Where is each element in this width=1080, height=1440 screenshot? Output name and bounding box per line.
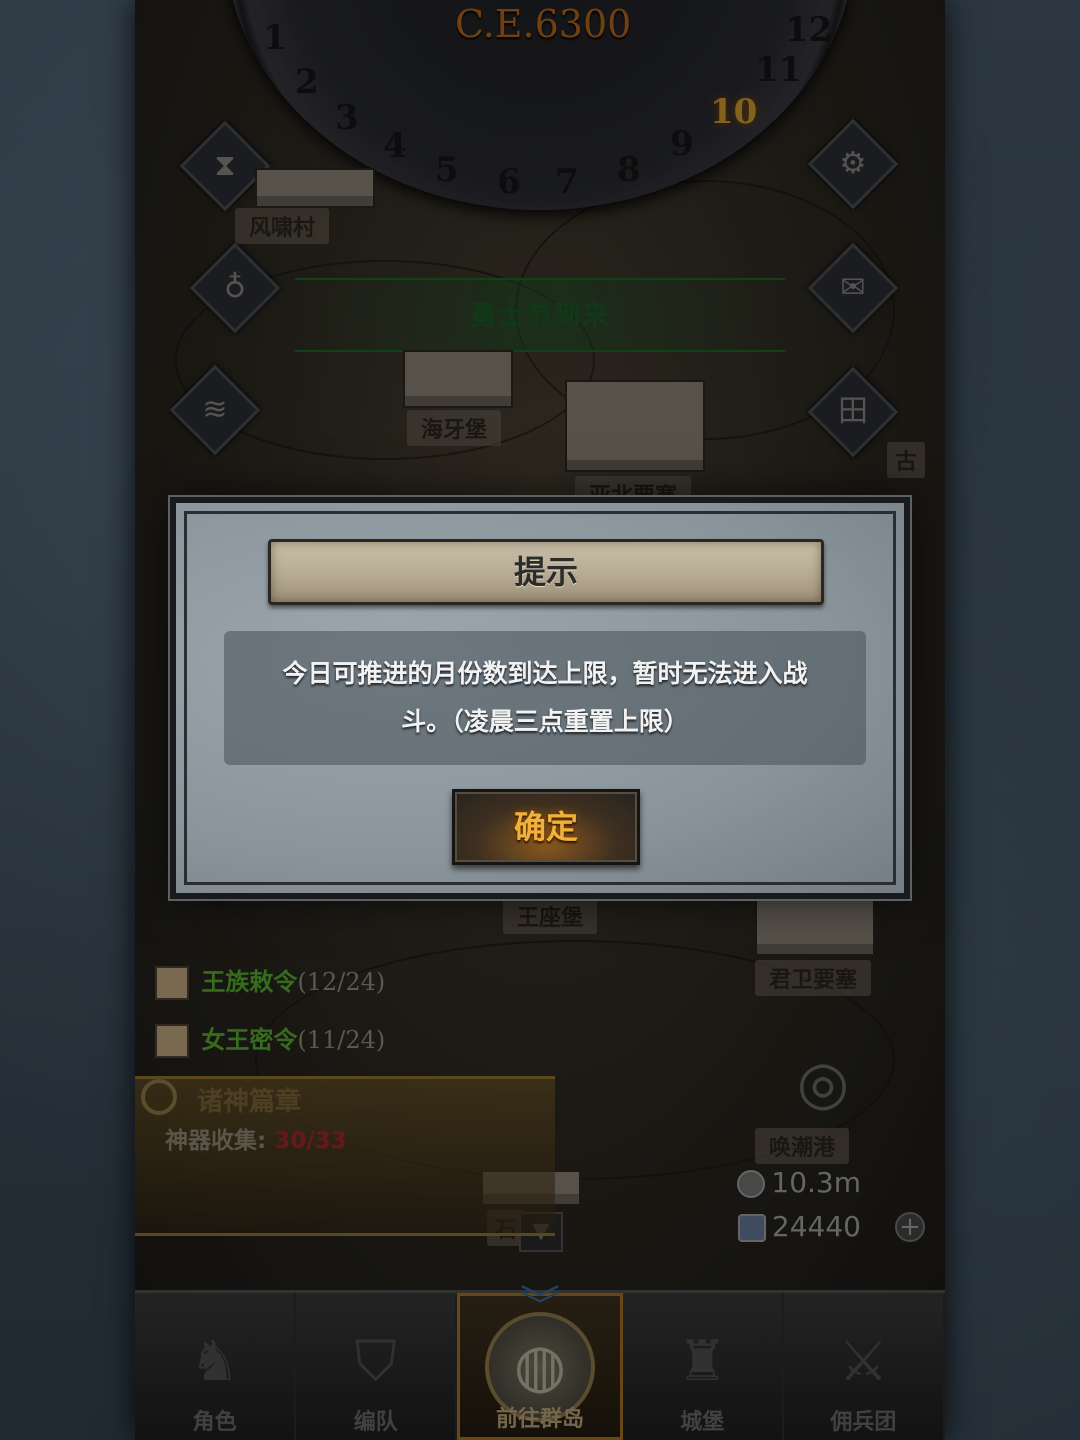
dialog-message-box: 今日可推进的月份数到达上限，暂时无法进入战斗。（凌晨三点重置上限） — [224, 631, 866, 765]
dialog-title: 提示 — [513, 553, 578, 591]
confirm-button-label: 确定 — [513, 808, 578, 846]
dialog-title-banner: 提示 — [268, 539, 824, 605]
notice-dialog: 提示 今日可推进的月份数到达上限，暂时无法进入战斗。（凌晨三点重置上限） 确定 — [170, 497, 910, 899]
dialog-message: 今日可推进的月份数到达上限，暂时无法进入战斗。（凌晨三点重置上限） — [282, 659, 808, 736]
confirm-button[interactable]: 确定 — [452, 789, 640, 865]
